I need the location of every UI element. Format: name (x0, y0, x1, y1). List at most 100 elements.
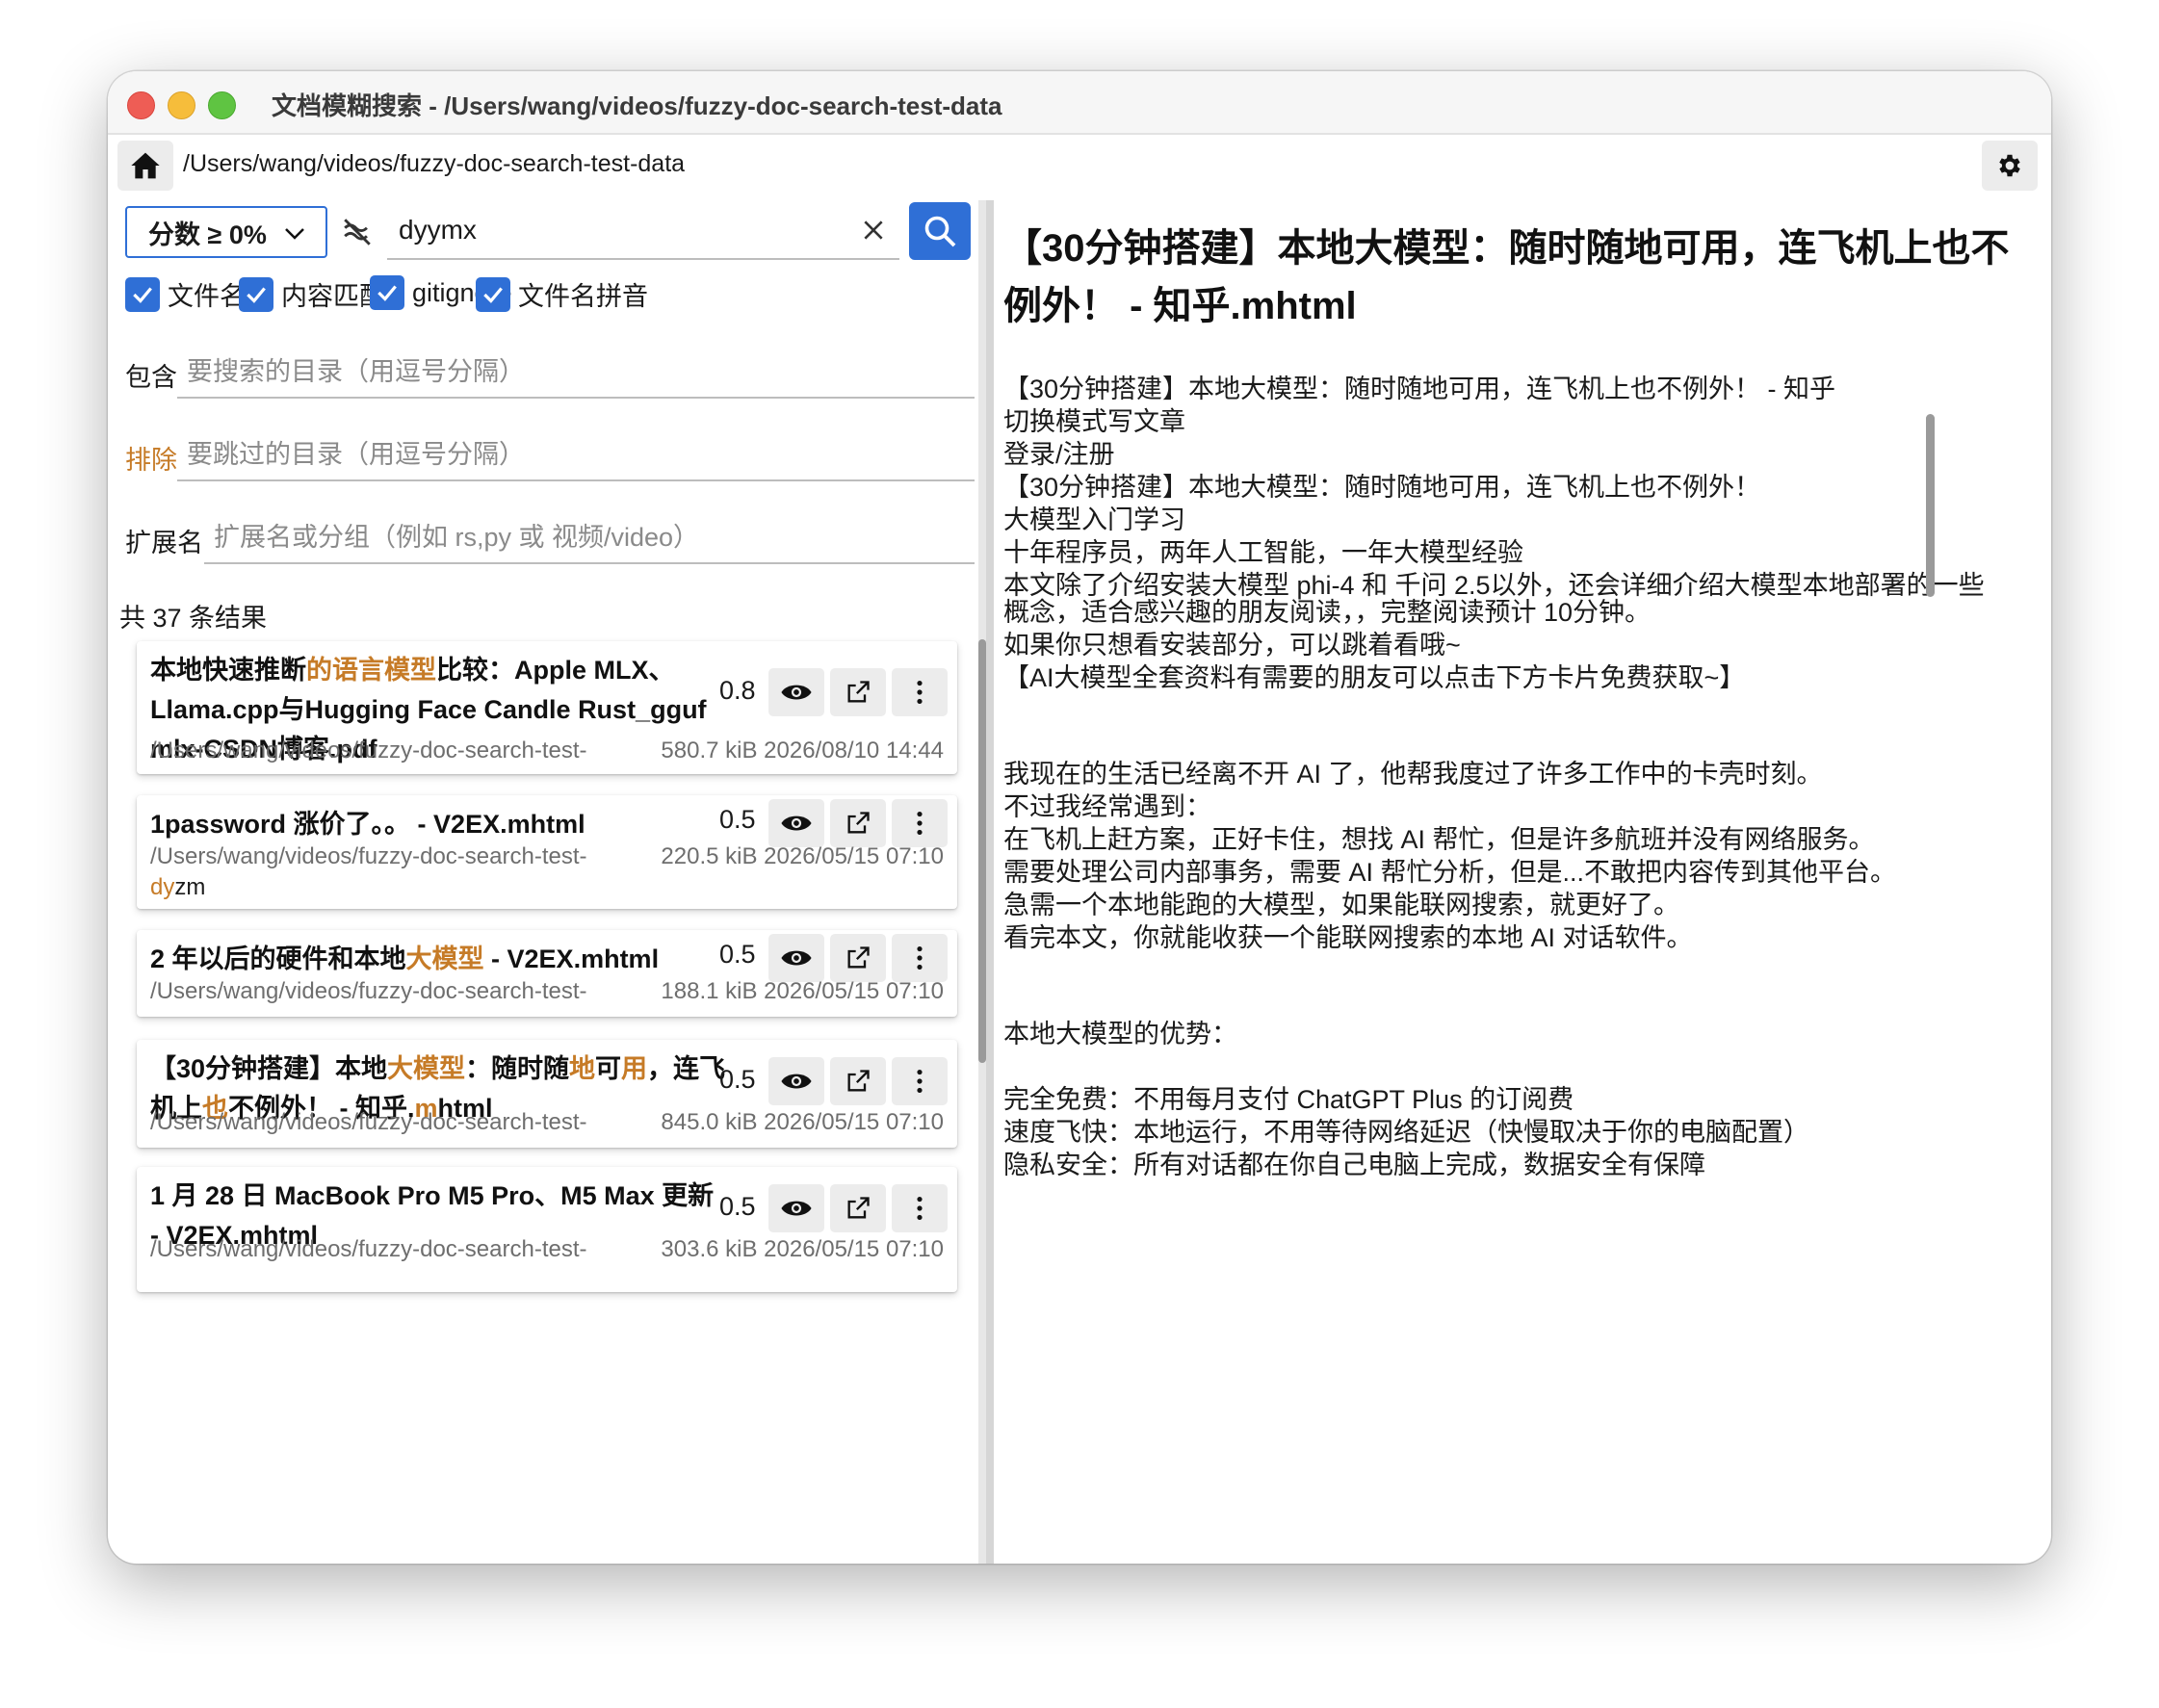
checkbox-checked-icon (125, 276, 160, 312)
checkbox-checked-icon (239, 276, 273, 312)
external-link-icon (847, 946, 870, 969)
preview-button[interactable] (768, 1184, 824, 1232)
search-input[interactable] (397, 210, 824, 250)
preview-button[interactable] (768, 668, 824, 716)
result-score: 0.5 (719, 1065, 756, 1094)
open-external-button[interactable] (830, 1184, 886, 1232)
checkbox-checked-icon (370, 275, 404, 310)
preview-title: 【30分钟搭建】本地大模型：随时随地可用，连飞机上也不例外！ - 知乎.mhtm… (1003, 227, 2010, 327)
eye-icon (781, 1201, 812, 1216)
open-external-button[interactable] (830, 934, 886, 982)
search-query-field (387, 204, 899, 260)
open-external-button[interactable] (830, 799, 886, 847)
preview-button[interactable] (768, 1057, 824, 1105)
exclude-dirs-input[interactable] (185, 435, 954, 474)
result-card[interactable]: 1 月 28 日 MacBook Pro M5 Pro、M5 Max 更新 - … (137, 1167, 957, 1292)
open-external-button[interactable] (830, 668, 886, 716)
preview-line: 本地大模型的优势： (1003, 1020, 1237, 1048)
minimize-window-button[interactable] (168, 91, 195, 119)
extension-input[interactable] (212, 518, 955, 556)
external-link-icon (847, 1197, 870, 1219)
result-path: /Users/wang/videos/fuzzy-doc-search-test… (150, 1236, 587, 1262)
option-filename-pinyin[interactable]: 文件名拼音 (476, 275, 648, 313)
panel-splitter[interactable] (986, 200, 994, 1564)
result-score: 0.5 (719, 1192, 756, 1221)
home-button[interactable] (117, 141, 173, 191)
exclude-filter: 排除 (125, 424, 975, 483)
result-path: /Users/wang/videos/fuzzy-doc-search-test… (150, 978, 587, 1004)
more-options-button[interactable] (892, 934, 948, 982)
results-count: 共 37 条结果 (119, 604, 268, 633)
result-match-snippet: dyzm (150, 874, 206, 900)
result-meta: 188.1 kiB 2026/05/15 07:10 (661, 978, 944, 1004)
result-meta: 303.6 kiB 2026/05/15 07:10 (661, 1236, 944, 1262)
result-meta: 845.0 kiB 2026/05/15 07:10 (661, 1109, 944, 1135)
more-vertical-icon (917, 1196, 923, 1221)
close-window-button[interactable] (127, 91, 155, 119)
result-title: 2 年以后的硬件和本地大模型 - V2EX.mhtml (150, 945, 660, 973)
preview-button[interactable] (768, 799, 824, 847)
preview-line: 【AI大模型全套资料有需要的朋友可以点击下方卡片免费获取~】 (1003, 663, 1746, 692)
clear-search-icon[interactable] (861, 218, 886, 243)
option-filename[interactable]: 文件名 (125, 275, 246, 313)
preview-panel: 【30分钟搭建】本地大模型：随时随地可用，连飞机上也不例外！ - 知乎.mhtm… (1003, 200, 2034, 1564)
results-list: 本地快速推断的语言模型比较：Apple MLX、Llama.cpp与Huggin… (108, 637, 975, 1564)
result-score: 0.5 (719, 940, 756, 969)
settings-button[interactable] (1982, 141, 2038, 191)
toolbar: /Users/wang/videos/fuzzy-doc-search-test… (108, 135, 2051, 196)
more-options-button[interactable] (892, 1057, 948, 1105)
preview-line: 隐私安全：所有对话都在你自己电脑上完成，数据安全有保障 (1003, 1151, 1705, 1179)
option-content-match[interactable]: 内容匹配 (239, 275, 385, 313)
zoom-window-button[interactable] (208, 91, 236, 119)
eye-icon (781, 950, 812, 966)
result-title: 1password 涨价了。。 - V2EX.mhtml (150, 810, 585, 839)
eye-icon (781, 1074, 812, 1089)
more-options-button[interactable] (892, 1184, 948, 1232)
result-card[interactable]: 本地快速推断的语言模型比较：Apple MLX、Llama.cpp与Huggin… (137, 641, 957, 774)
checkbox-checked-icon (476, 276, 510, 312)
more-vertical-icon (917, 1069, 923, 1094)
chevron-down-icon (285, 228, 304, 240)
result-score: 0.8 (719, 676, 756, 705)
result-meta: 220.5 kiB 2026/05/15 07:10 (661, 843, 944, 869)
include-filter: 包含 (125, 341, 975, 401)
current-directory-path: /Users/wang/videos/fuzzy-doc-search-test… (183, 150, 686, 177)
results-scrollbar-thumb[interactable] (978, 639, 986, 1063)
extension-label: 扩展名 (125, 529, 203, 557)
search-icon (924, 216, 956, 247)
exclude-label: 排除 (125, 446, 177, 475)
result-meta: 580.7 kiB 2026/08/10 14:44 (661, 738, 944, 763)
score-filter-select[interactable]: 分数 ≥ 0% (125, 206, 327, 258)
result-path: /Users/wang/videos/fuzzy-doc-search-test… (150, 843, 587, 869)
gear-icon (1999, 154, 2020, 177)
result-path: /Users/wang/videos/fuzzy-doc-search-test… (150, 1109, 587, 1135)
open-external-button[interactable] (830, 1057, 886, 1105)
more-options-button[interactable] (892, 668, 948, 716)
include-dirs-input[interactable] (185, 352, 954, 391)
include-label: 包含 (125, 363, 177, 392)
title-bar: 文档模糊搜索 - /Users/wang/videos/fuzzy-doc-se… (108, 71, 2051, 135)
extension-filter: 扩展名 (125, 506, 975, 566)
result-path: /Users/wang/videos/fuzzy-doc-search-test… (150, 738, 587, 763)
fuzzy-match-toggle-icon[interactable] (341, 216, 374, 248)
search-button[interactable] (909, 202, 971, 260)
result-score: 0.5 (719, 805, 756, 834)
more-options-button[interactable] (892, 799, 948, 847)
preview-line: 看完本文，你就能收获一个能联网搜索的本地 AI 对话软件。 (1003, 923, 1693, 952)
eye-icon (781, 685, 812, 700)
more-vertical-icon (917, 680, 923, 705)
score-filter-value: 分数 ≥ 0% (148, 220, 267, 249)
external-link-icon (847, 1070, 870, 1092)
search-panel: 分数 ≥ 0% 文件名 (108, 200, 975, 1564)
result-card[interactable]: 2 年以后的硬件和本地大模型 - V2EX.mhtml 0.5/Users/wan… (137, 930, 957, 1017)
result-card[interactable]: 【30分钟搭建】本地大模型：随时随地可用，连飞机上也不例外！ - 知乎.mhtm… (137, 1040, 957, 1148)
result-card[interactable]: 1password 涨价了。。 - V2EX.mhtml 0.5/Users/wa… (137, 795, 957, 909)
home-icon (131, 152, 160, 179)
eye-icon (781, 815, 812, 831)
more-vertical-icon (917, 811, 923, 836)
search-options: 文件名 内容匹配 gitignore 文件名拼音 (125, 275, 973, 316)
external-link-icon (847, 681, 870, 703)
window-title: 文档模糊搜索 - /Users/wang/videos/fuzzy-doc-se… (272, 91, 1002, 120)
preview-scrollbar-thumb[interactable] (1926, 414, 1935, 597)
preview-button[interactable] (768, 934, 824, 982)
